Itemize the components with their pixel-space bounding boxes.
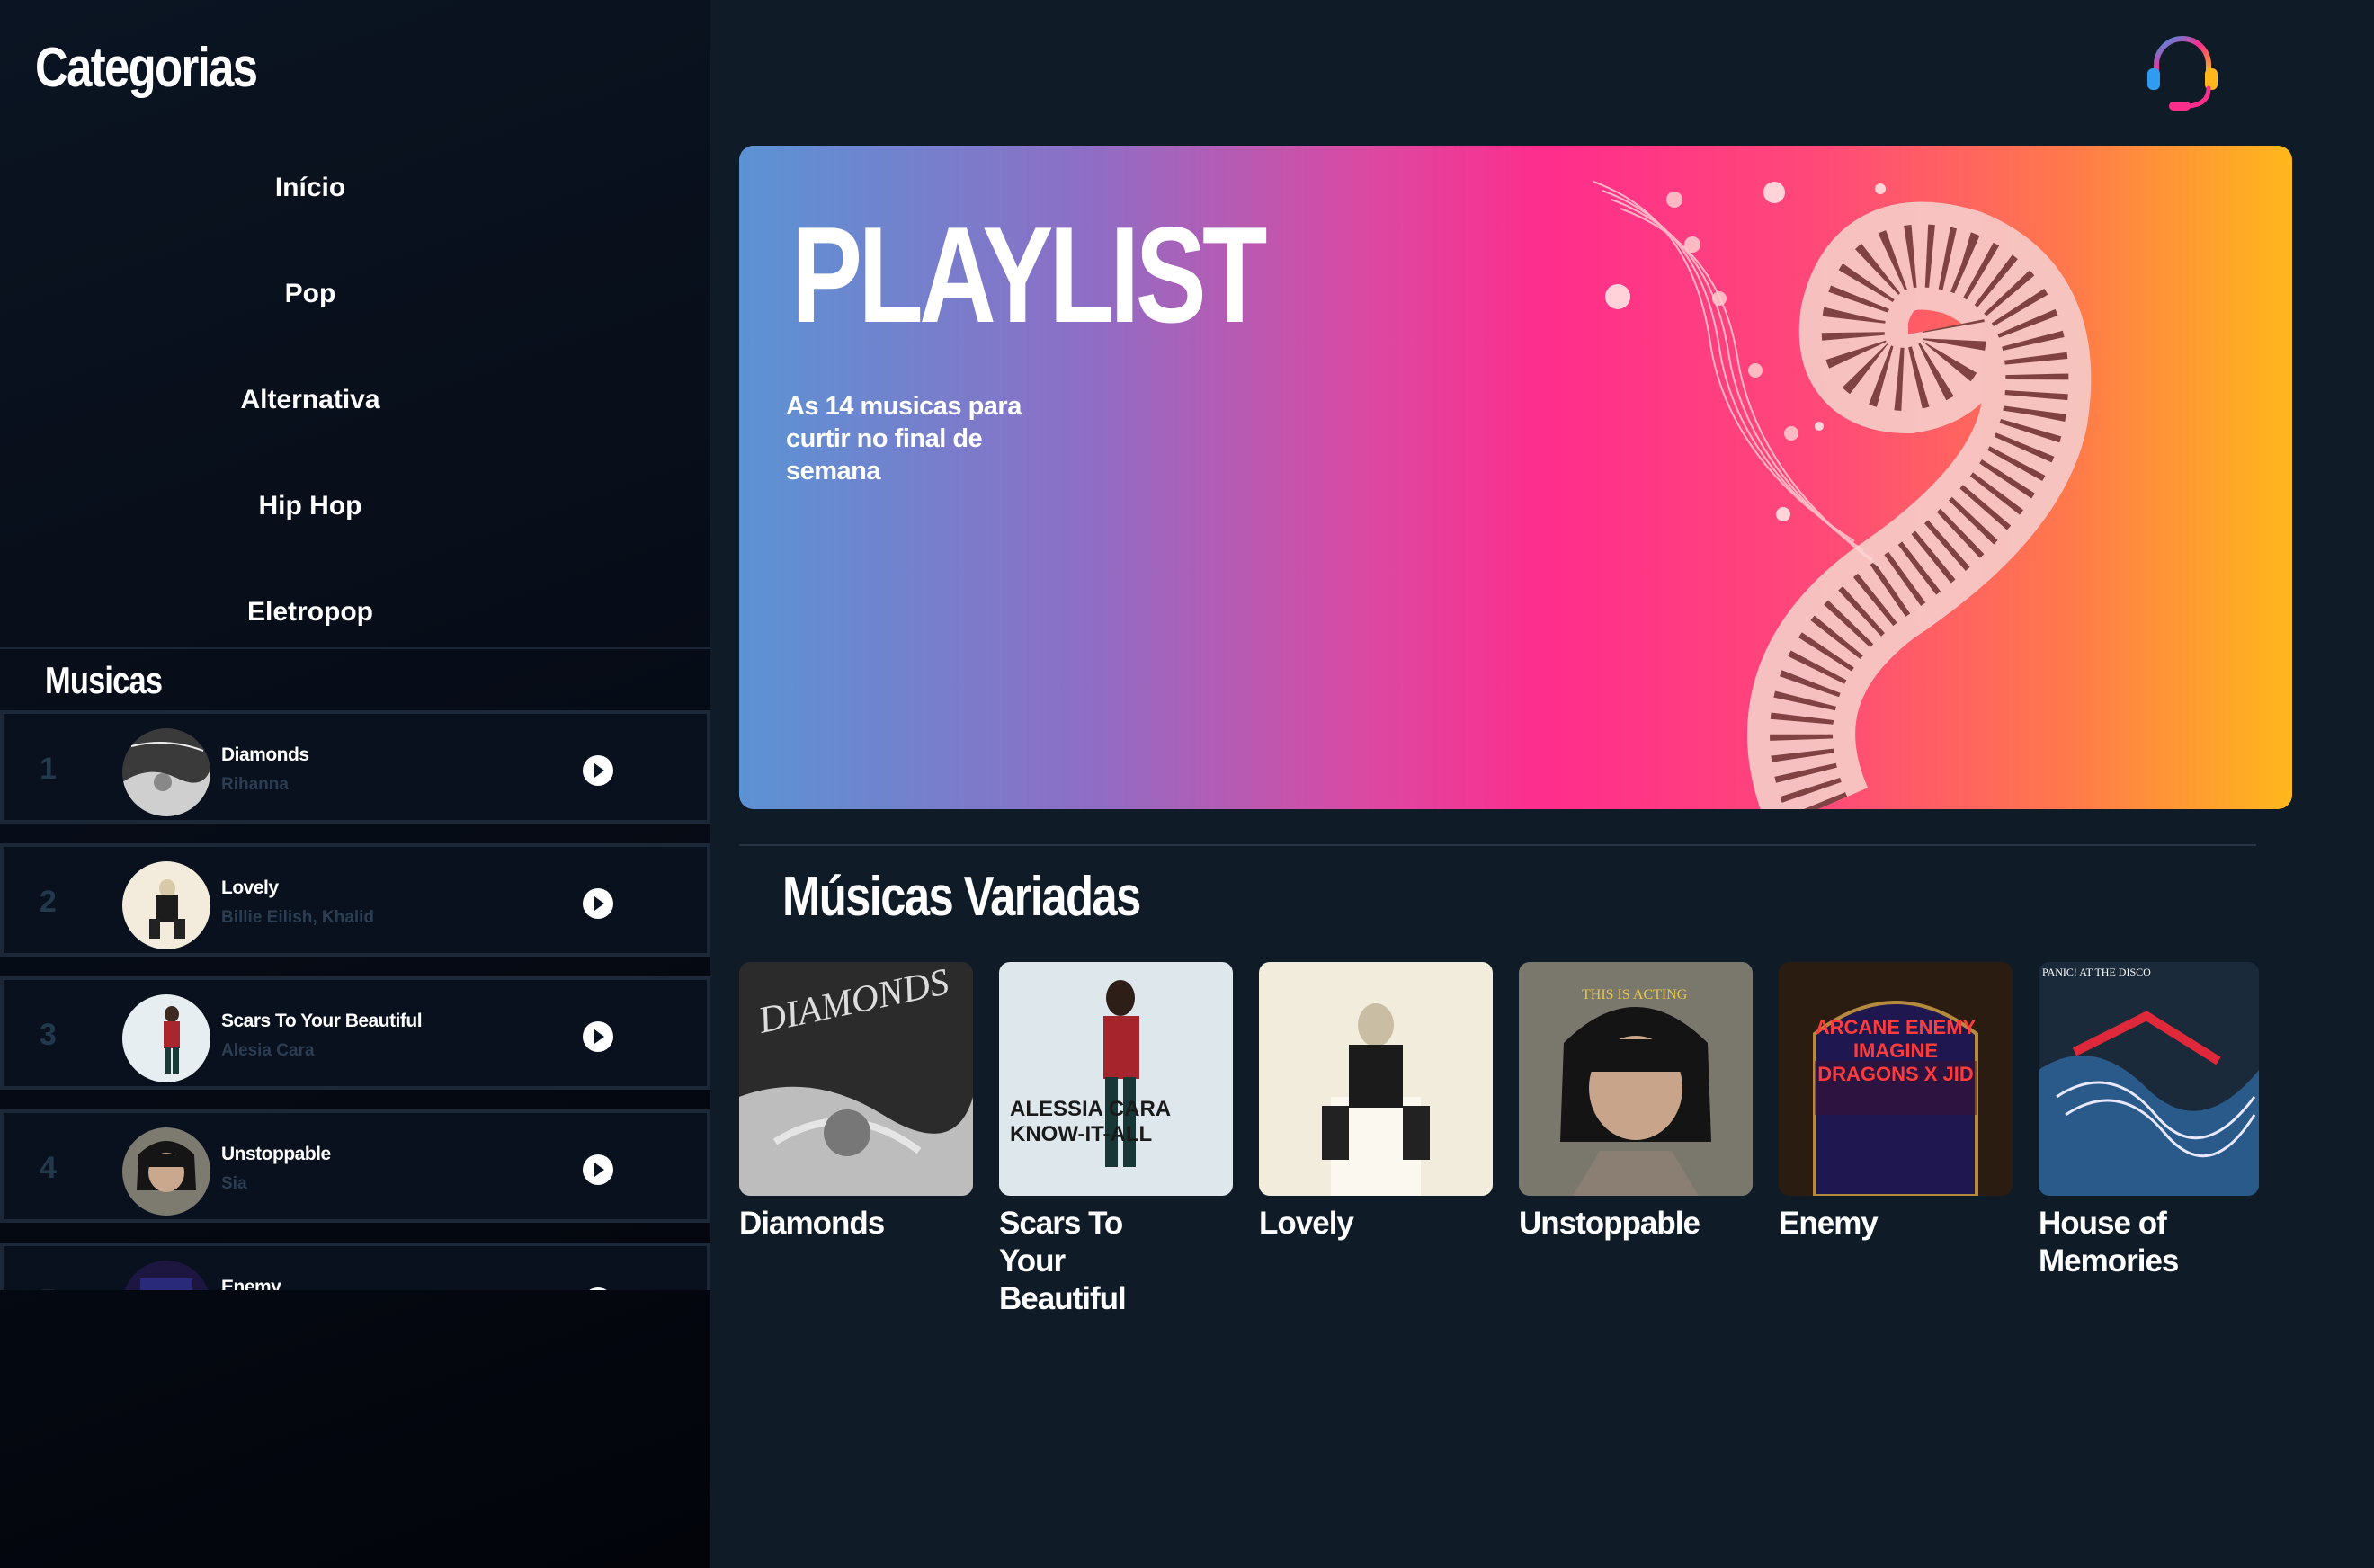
song-cover-lovely [122,861,210,949]
song-title: Scars To Your Beautiful [221,1011,423,1031]
song-cover-scars [122,994,210,1082]
album-title: Lovely [1259,1206,1354,1241]
category-hip-hop[interactable]: Hip Hop [0,453,620,559]
song-row[interactable]: 2 Lovely Billie Eilish, Khalid [0,843,710,957]
song-cover-unstoppable [122,1127,210,1216]
song-cover-enemy [122,1261,210,1290]
categories-title: Categorias [35,37,258,99]
song-row[interactable]: 3 Scars To Your Beautiful Alesia Cara [0,976,710,1090]
banner-subtitle: As 14 musicas para curtir no final de se… [786,392,1022,486]
song-title: Diamonds [221,744,309,765]
song-artist: Rihanna [221,775,289,794]
album-cover-enemy: ARCANE ENEMY IMAGINE DRAGONS X JID [1779,962,2013,1196]
playlist-banner[interactable]: PLAYLIST As 14 musicas para curtir no fi… [739,146,2292,809]
song-number: 2 [40,885,57,919]
section-title: Músicas Variadas [782,866,1141,928]
song-number: 4 [40,1151,57,1185]
album-cover-house-of-memories: PANIC! AT THE DISCO [2039,962,2259,1196]
album-card[interactable]: Lovely [1259,962,1493,1243]
song-number: 1 [40,752,57,786]
song-artist: Alesia Cara [221,1041,315,1060]
content-divider [739,844,2256,846]
category-nav: Início Pop Alternativa Hip Hop Eletropop [0,135,710,665]
cover-text: PANIC! AT THE DISCO [2042,966,2151,978]
play-icon[interactable] [583,888,613,919]
play-icon[interactable] [583,1287,613,1290]
song-row[interactable]: 1 Diamonds Rihanna [0,710,710,824]
song-list[interactable]: 1 Diamonds Rihanna 2 Lovely Billie Eilis… [0,710,710,1290]
song-row[interactable]: 4 Unstoppable Sia [0,1109,710,1223]
headset-icon[interactable] [2144,32,2221,113]
album-card[interactable]: PANIC! AT THE DISCO House of Memories [2039,962,2259,1280]
album-title: Unstoppable [1519,1206,1700,1241]
song-number: 5 [40,1284,57,1290]
category-inicio[interactable]: Início [0,135,620,241]
album-card[interactable]: DIAMONDS Diamonds [739,962,973,1243]
album-title: Enemy [1779,1206,1879,1241]
category-eletropop[interactable]: Eletropop [0,559,620,665]
piano-spiral-illustration [1584,146,2292,809]
songs-title: Musicas [45,659,163,701]
play-icon[interactable] [583,1154,613,1185]
song-title: Lovely [221,878,279,898]
cover-text: THIS IS ACTING [1582,987,1688,1002]
play-icon[interactable] [583,1021,613,1052]
album-cover-lovely [1259,962,1493,1196]
sidebar: Categorias Início Pop Alternativa Hip Ho… [0,0,710,1568]
album-card[interactable]: ARCANE ENEMY IMAGINE DRAGONS X JID Enemy [1779,962,2013,1243]
album-cover-unstoppable: THIS IS ACTING [1519,962,1753,1196]
album-cover-scars: ALESSIA CARA KNOW-IT-ALL [999,962,1233,1196]
cover-text: ARCANE ENEMY IMAGINE DRAGONS X JID [1815,1016,1977,1085]
album-title: Diamonds [739,1206,885,1241]
song-artist: Billie Eilish, Khalid [221,908,374,927]
category-pop[interactable]: Pop [0,241,620,347]
album-cover-diamonds: DIAMONDS [739,962,973,1196]
category-alternativa[interactable]: Alternativa [0,347,620,453]
album-grid: DIAMONDS Diamonds ALESSIA CARA KNOW-IT-A… [739,962,2259,1340]
song-title: Unstoppable [221,1144,331,1164]
song-artist: Sia [221,1174,247,1193]
song-row[interactable]: 5 Enemy [0,1243,710,1290]
album-title: Scars To Your Beautiful [999,1206,1127,1316]
sidebar-divider [0,647,710,649]
album-card[interactable]: ALESSIA CARA KNOW-IT-ALL Scars To Your B… [999,962,1233,1318]
cover-text: ALESSIA CARA KNOW-IT-ALL [1010,1097,1171,1146]
play-icon[interactable] [583,755,613,786]
song-number: 3 [40,1018,57,1052]
banner-title: PLAYLIST [791,199,1267,352]
album-card[interactable]: THIS IS ACTING Unstoppable [1519,962,1753,1243]
album-title: House of Memories [2039,1206,2179,1278]
song-title: Enemy [221,1277,281,1290]
song-cover-diamonds [122,728,210,816]
